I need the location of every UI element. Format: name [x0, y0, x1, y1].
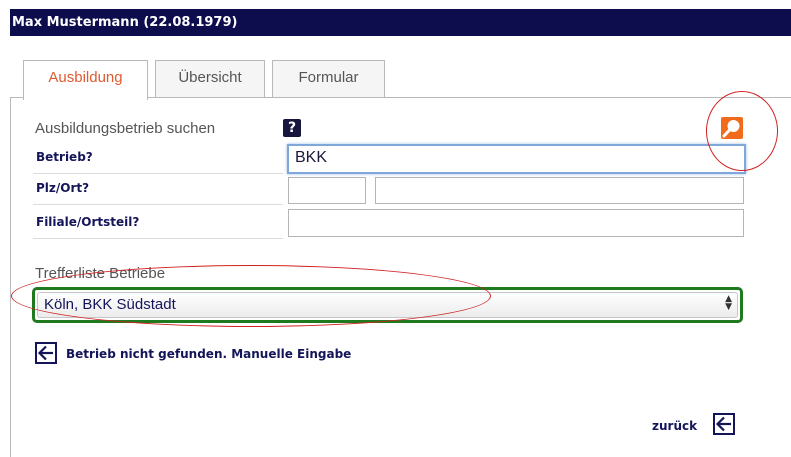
- manual-entry-link[interactable]: Betrieb nicht gefunden. Manuelle Eingabe: [66, 347, 351, 361]
- plz-ort-label: Plz/Ort?: [36, 181, 90, 195]
- tab-ausbildung[interactable]: Ausbildung: [23, 60, 148, 100]
- arrow-back-icon[interactable]: [713, 413, 735, 435]
- betrieb-input[interactable]: BKK: [287, 144, 746, 174]
- divider: [33, 173, 283, 174]
- ort-input[interactable]: [375, 177, 744, 204]
- divider: [33, 238, 283, 239]
- divider: [33, 204, 283, 205]
- tab-formular[interactable]: Formular: [272, 60, 385, 98]
- question-icon: ?: [287, 120, 297, 136]
- help-button[interactable]: ?: [283, 119, 301, 137]
- search-heading: Ausbildungsbetrieb suchen: [35, 120, 216, 137]
- back-link[interactable]: zurück: [652, 419, 697, 433]
- tab-uebersicht[interactable]: Übersicht: [155, 60, 265, 98]
- filiale-input[interactable]: [288, 209, 744, 237]
- select-arrows-icon: ▲ ▼: [725, 294, 732, 312]
- annotation-circle-results: [11, 265, 491, 327]
- filiale-label: Filiale/Ortsteil?: [36, 215, 140, 229]
- betrieb-label: Betrieb?: [36, 150, 93, 164]
- window-title: Max Mustermann (22.08.1979): [10, 9, 791, 36]
- arrow-back-icon[interactable]: [35, 342, 57, 364]
- annotation-circle-search: [706, 91, 778, 171]
- plz-input[interactable]: [288, 177, 366, 204]
